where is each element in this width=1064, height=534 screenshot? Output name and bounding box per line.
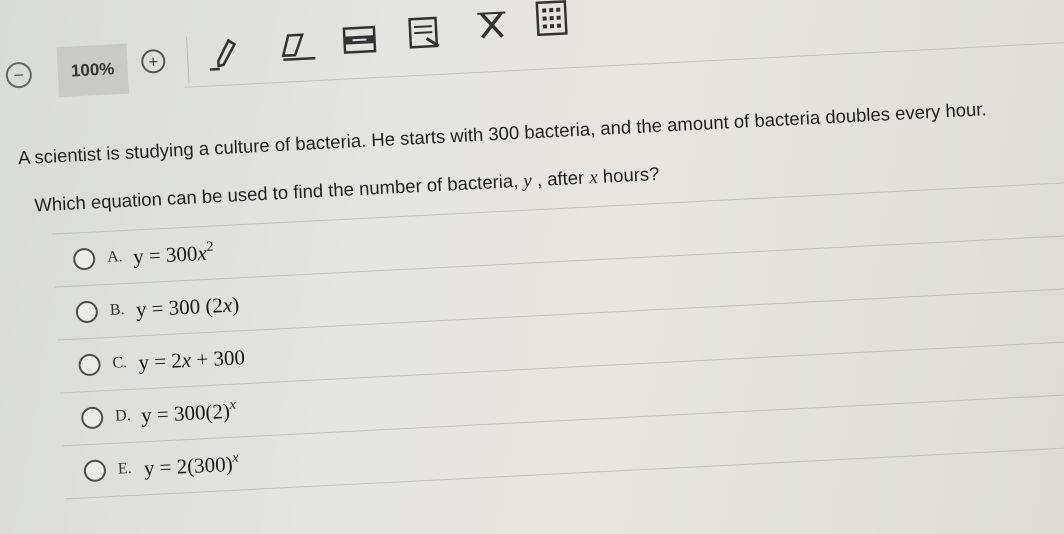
equation-rest: ) (231, 291, 240, 317)
equation-main: y = 300(2) (140, 398, 231, 427)
equation-rest: + 300 (190, 344, 246, 372)
choice-equation: y = 300 (2x) (135, 292, 240, 322)
answer-choices: A. y = 300x2 B. y = 300 (2x) C. y = 2x +… (51, 178, 1064, 500)
choice-letter: A. (106, 248, 124, 266)
toolbar-divider (186, 36, 190, 83)
radio-button[interactable] (80, 406, 104, 430)
radio-button[interactable] (75, 300, 99, 324)
choice-equation: y = 2x + 300 (138, 345, 246, 375)
radio-button[interactable] (72, 247, 96, 271)
highlighter-icon[interactable] (337, 19, 379, 61)
answer-eliminator-icon[interactable] (471, 4, 513, 46)
equation-exponent: x (229, 397, 237, 413)
choice-equation: y = 2(300)x (143, 450, 239, 481)
screen: − 100% + A scientist is studying a cultu… (0, 0, 1064, 534)
equation-exponent: x (231, 450, 239, 466)
zoom-level: 100% (56, 43, 129, 98)
equation-main: y = 300 (132, 240, 198, 269)
radio-button[interactable] (78, 353, 102, 377)
notes-icon[interactable] (403, 12, 445, 54)
prompt-text-end: hours? (597, 162, 660, 187)
zoom-in-icon[interactable]: + (140, 48, 166, 74)
calculator-icon[interactable] (531, 0, 573, 39)
zoom-out-icon[interactable]: − (5, 61, 33, 89)
equation-main: y = 2 (137, 347, 183, 374)
choice-letter: B. (109, 301, 125, 319)
pen-icon[interactable] (204, 34, 246, 76)
prompt-text-start: Which equation can be used to find the n… (33, 169, 524, 216)
equation-main: y = 300 (2 (135, 292, 224, 322)
choice-equation: y = 300x2 (132, 239, 215, 269)
prompt-text-middle: , after (531, 166, 590, 191)
toolbar: − 100% + (2, 0, 1064, 100)
choice-letter: D. (114, 406, 132, 425)
equation-main: y = 2(300) (143, 451, 234, 480)
equation-exponent: 2 (206, 239, 214, 255)
eraser-icon[interactable] (278, 26, 320, 68)
radio-button[interactable] (83, 459, 107, 483)
choice-letter: E. (117, 459, 133, 478)
choice-equation: y = 300(2)x (140, 397, 237, 428)
choice-letter: C. (112, 354, 128, 372)
test-viewer: − 100% + A scientist is studying a cultu… (0, 0, 1064, 533)
